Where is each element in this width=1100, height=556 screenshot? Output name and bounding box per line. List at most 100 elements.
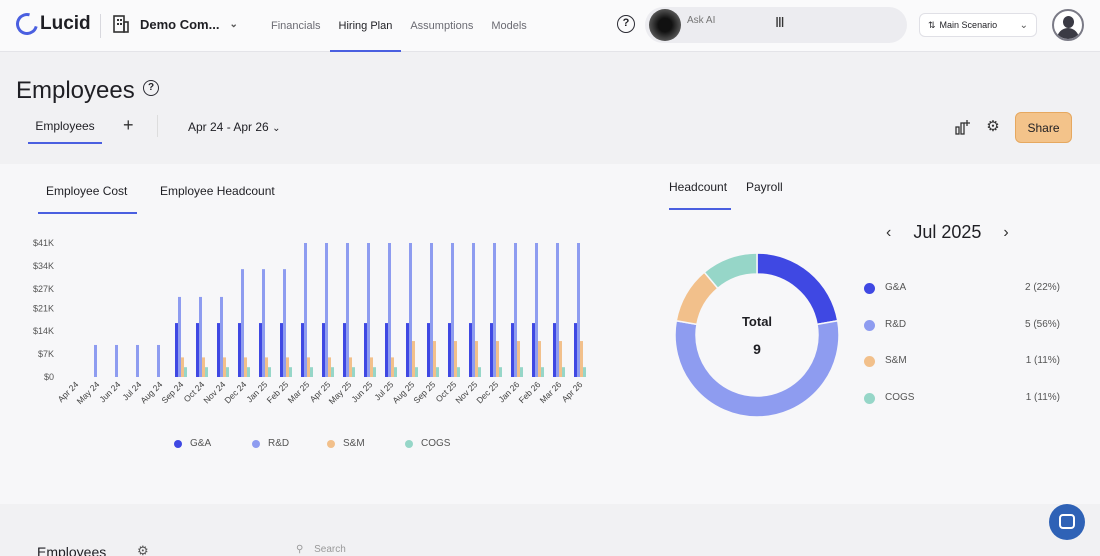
bar-cogs[interactable] [247,367,250,377]
donut-slice-rd[interactable] [674,319,840,418]
bar-ga[interactable] [511,323,514,377]
bar-rd[interactable] [325,243,328,377]
search-input[interactable]: ⚲ Search [296,544,346,555]
tab-payroll[interactable]: Payroll [746,180,783,194]
tab-employee-headcount[interactable]: Employee Headcount [160,184,275,198]
bar-cogs[interactable] [310,367,313,377]
bar-rd[interactable] [346,243,349,377]
bar-cogs[interactable] [499,367,502,377]
bar-sm[interactable] [433,341,436,377]
bar-cogs[interactable] [520,367,523,377]
bar-sm[interactable] [538,341,541,377]
bar-rd[interactable] [262,269,265,377]
bar-ga[interactable] [364,323,367,377]
bar-ga[interactable] [280,323,283,377]
tab-employee-cost[interactable]: Employee Cost [46,184,127,198]
bar-rd[interactable] [430,243,433,377]
bar-rd[interactable] [157,344,160,377]
bar-sm[interactable] [454,341,457,377]
bar-rd[interactable] [136,344,139,377]
bar-cogs[interactable] [394,367,397,377]
bar-rd[interactable] [304,243,307,377]
bar-ga[interactable] [406,323,409,377]
bar-rd[interactable] [472,243,475,377]
bar-rd[interactable] [241,269,244,377]
bar-ga[interactable] [448,323,451,377]
bar-cogs[interactable] [373,367,376,377]
bar-sm[interactable] [517,341,520,377]
bar-rd[interactable] [178,296,181,377]
bar-sm[interactable] [559,341,562,377]
lucid-logo[interactable]: Lucid [11,8,91,40]
bar-sm[interactable] [391,357,394,377]
chevron-right-icon[interactable]: › [1003,224,1008,242]
bar-sm[interactable] [328,357,331,377]
bar-cogs[interactable] [457,367,460,377]
bar-ga[interactable] [490,323,493,377]
bar-cogs[interactable] [331,367,334,377]
bar-ga[interactable] [469,323,472,377]
bar-cogs[interactable] [436,367,439,377]
scenario-selector[interactable]: ⇅ Main Scenario ⌄ [919,13,1037,37]
gear-icon[interactable]: ⚙ [984,118,1002,136]
bar-ga[interactable] [553,323,556,377]
add-tab-button[interactable]: + [123,115,134,136]
bar-ga[interactable] [217,323,220,377]
tab-headcount[interactable]: Headcount [669,180,727,194]
bar-rd[interactable] [535,243,538,377]
bar-cogs[interactable] [226,367,229,377]
tab-assumptions[interactable]: Assumptions [401,0,482,52]
chevron-left-icon[interactable]: ‹ [886,224,891,242]
user-avatar[interactable] [1052,9,1084,41]
bar-rd[interactable] [199,296,202,377]
bar-cogs[interactable] [562,367,565,377]
bar-rd[interactable] [556,243,559,377]
bar-ga[interactable] [574,323,577,377]
bar-ga[interactable] [385,323,388,377]
date-range-selector[interactable]: Apr 24 - Apr 26 ⌄ [188,120,280,134]
bar-rd[interactable] [94,344,97,377]
tab-hiring-plan[interactable]: Hiring Plan [329,0,402,52]
company-selector[interactable]: Demo Com... ⌄ [112,14,238,34]
bar-rd[interactable] [577,243,580,377]
bar-cogs[interactable] [205,367,208,377]
bar-sm[interactable] [580,341,583,377]
ask-ai-input[interactable] [687,15,887,26]
bar-ga[interactable] [196,323,199,377]
bar-ga[interactable] [238,323,241,377]
bar-sm[interactable] [244,357,247,377]
bar-cogs[interactable] [184,367,187,377]
share-button[interactable]: Share [1015,112,1072,143]
bar-rd[interactable] [283,269,286,377]
bar-ga[interactable] [301,323,304,377]
bar-ga[interactable] [322,323,325,377]
bar-rd[interactable] [493,243,496,377]
bar-cogs[interactable] [352,367,355,377]
bar-sm[interactable] [412,341,415,377]
bar-ga[interactable] [532,323,535,377]
bar-sm[interactable] [202,357,205,377]
bar-rd[interactable] [220,296,223,377]
bar-ga[interactable] [343,323,346,377]
bar-ga[interactable] [427,323,430,377]
bar-rd[interactable] [367,243,370,377]
help-icon[interactable]: ? [617,15,635,33]
bar-rd[interactable] [388,243,391,377]
bar-sm[interactable] [265,357,268,377]
bar-rd[interactable] [409,243,412,377]
bar-sm[interactable] [370,357,373,377]
bar-rd[interactable] [451,243,454,377]
bar-sm[interactable] [286,357,289,377]
bar-cogs[interactable] [541,367,544,377]
bar-ga[interactable] [259,323,262,377]
bar-cogs[interactable] [289,367,292,377]
bar-sm[interactable] [181,357,184,377]
chart-add-icon[interactable] [954,118,972,136]
bar-ga[interactable] [175,323,178,377]
bar-rd[interactable] [115,344,118,377]
bar-cogs[interactable] [583,367,586,377]
bar-cogs[interactable] [268,367,271,377]
bar-rd[interactable] [514,243,517,377]
bar-sm[interactable] [349,357,352,377]
bar-sm[interactable] [307,357,310,377]
